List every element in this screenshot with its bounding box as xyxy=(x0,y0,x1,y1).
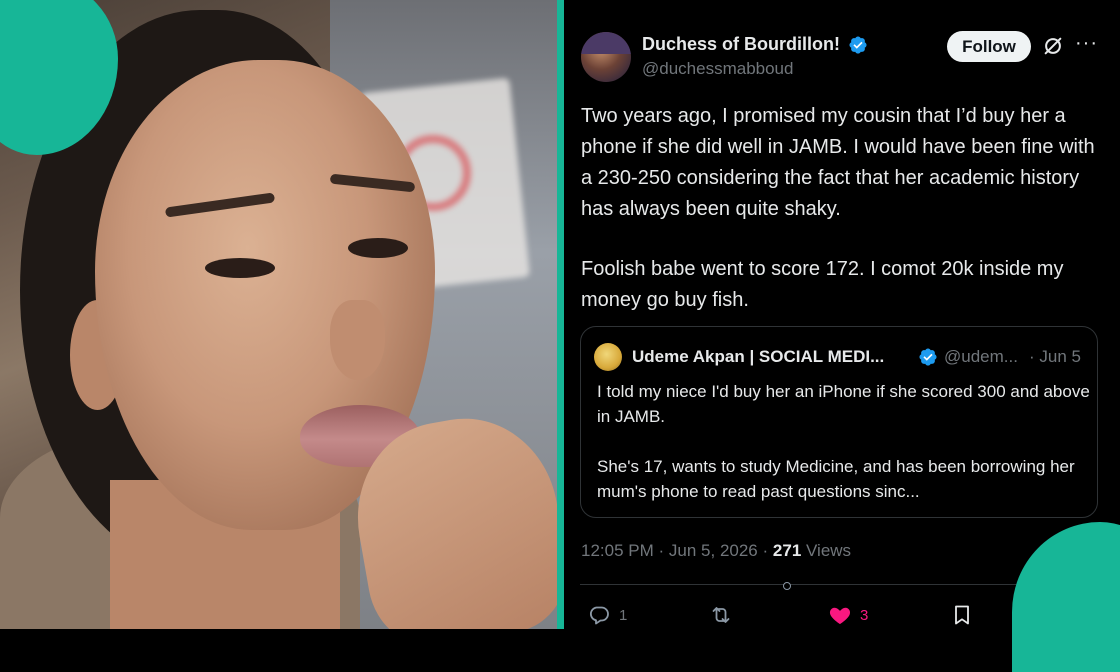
views-label: Views xyxy=(806,541,852,560)
like-count: 3 xyxy=(860,606,869,624)
photo-right-eye xyxy=(348,238,408,258)
tweet-paragraph: Two years ago, I promised my cousin that… xyxy=(581,105,1095,220)
tweet-text: Two years ago, I promised my cousin that… xyxy=(581,101,1096,316)
more-icon[interactable]: ··· xyxy=(1075,32,1098,55)
quoted-author-handle: @udem... xyxy=(944,347,1018,366)
quoted-date: · Jun 5 xyxy=(1029,347,1081,366)
like-button[interactable]: 3 xyxy=(828,603,868,627)
tweet-card: Duchess of Bourdillon! @duchessmabboud F… xyxy=(564,0,1120,629)
portrait-photo xyxy=(0,0,557,629)
grok-icon[interactable] xyxy=(1042,35,1064,57)
views-count: 271 xyxy=(772,541,802,560)
bookmark-button[interactable] xyxy=(950,603,974,627)
quoted-text: I told my niece I'd buy her an iPhone if… xyxy=(597,379,1092,504)
quoted-paragraph: She's 17, wants to study Medicine, and h… xyxy=(597,457,1075,501)
quoted-author-name: Udeme Akpan | SOCIAL MEDI... xyxy=(632,347,885,366)
photo-nose xyxy=(330,300,385,380)
meta-separator: · xyxy=(762,541,769,560)
quoted-tweet[interactable]: Udeme Akpan | SOCIAL MEDI... @udem... · … xyxy=(580,326,1098,518)
author-name[interactable]: Duchess of Bourdillon! xyxy=(642,34,840,55)
tweet-paragraph: Foolish babe went to score 172. I comot … xyxy=(581,258,1064,311)
verified-badge-icon xyxy=(849,36,867,54)
tweet-meta: 12:05 PM · Jun 5, 2026 · 271 Views xyxy=(581,541,851,561)
author-avatar[interactable] xyxy=(581,32,631,82)
reply-count: 1 xyxy=(619,606,628,624)
reply-icon xyxy=(590,606,609,625)
quoted-paragraph: I told my niece I'd buy her an iPhone if… xyxy=(597,382,1090,426)
photo-left-eye xyxy=(205,258,275,278)
reply-button[interactable]: 1 xyxy=(587,603,627,627)
follow-button[interactable]: Follow xyxy=(947,31,1031,62)
tweet-date[interactable]: Jun 5, 2026 xyxy=(669,541,758,560)
teal-divider xyxy=(557,0,564,629)
retweet-button[interactable] xyxy=(709,603,741,627)
author-handle[interactable]: @duchessmabboud xyxy=(642,59,793,79)
divider-dot xyxy=(783,582,791,590)
meta-separator: · xyxy=(658,541,665,560)
tweet-time[interactable]: 12:05 PM xyxy=(581,541,654,560)
bookmark-icon xyxy=(955,605,969,625)
heart-icon xyxy=(829,607,851,624)
retweet-icon xyxy=(712,607,730,623)
verified-badge-icon xyxy=(919,348,937,366)
quoted-author-avatar xyxy=(594,343,622,371)
